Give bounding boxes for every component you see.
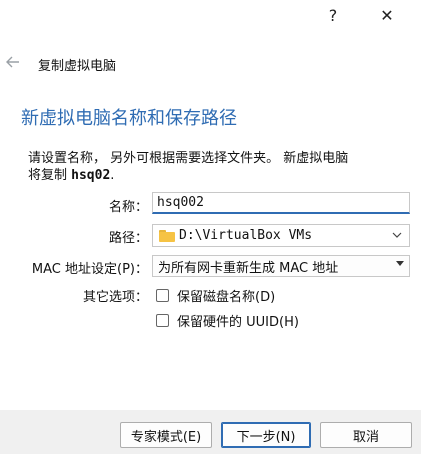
description-line-1: 请设置名称， 另外可根据需要选择文件夹。 新虚拟电脑 — [28, 151, 349, 166]
mac-policy-value: 为所有网卡重新生成 MAC 地址 — [158, 260, 339, 276]
title-bar: ? ✕ — [0, 0, 421, 34]
folder-icon — [159, 229, 175, 242]
other-options-label: 其它选项： — [82, 290, 148, 305]
description-line-2: 将复制 hsq02. — [28, 167, 418, 184]
dialog-title: 复制虚拟电脑 — [38, 59, 117, 74]
help-button[interactable]: ? — [310, 0, 356, 30]
keep-disk-names-option[interactable]: 保留磁盘名称(D) — [156, 286, 275, 305]
keep-hw-uuids-label: 保留硬件的 UUID(H) — [177, 315, 299, 330]
source-vm-name: hsq02 — [71, 168, 111, 183]
arrow-left-icon — [6, 56, 19, 68]
description-prefix: 将复制 — [28, 168, 72, 183]
name-label: 名称： — [108, 200, 148, 215]
path-label: 路径： — [108, 231, 148, 246]
name-input[interactable] — [152, 192, 410, 214]
close-button[interactable]: ✕ — [364, 0, 410, 30]
description-suffix: . — [110, 168, 115, 183]
next-button[interactable]: 下一步(N) — [221, 422, 311, 448]
keep-disk-names-label: 保留磁盘名称(D) — [177, 290, 276, 305]
keep-disk-names-checkbox[interactable] — [156, 289, 169, 302]
keep-hw-uuids-checkbox[interactable] — [156, 314, 169, 327]
dropdown-arrow-icon — [396, 261, 404, 266]
page-title: 新虚拟电脑名称和保存路径 — [21, 108, 237, 129]
mac-policy-label: MAC 地址设定(P)： — [31, 262, 148, 277]
expert-mode-button[interactable]: 专家模式(E) — [120, 422, 212, 448]
description-text: 请设置名称， 另外可根据需要选择文件夹。 新虚拟电脑 将复制 hsq02. — [28, 150, 418, 184]
chevron-down-icon[interactable] — [391, 228, 403, 242]
path-value: D:\VirtualBox VMs — [179, 228, 313, 243]
path-selector[interactable]: D:\VirtualBox VMs — [152, 224, 410, 247]
close-icon: ✕ — [380, 5, 394, 25]
cancel-button[interactable]: 取消 — [320, 422, 412, 448]
back-button[interactable] — [2, 52, 24, 72]
keep-hw-uuids-option[interactable]: 保留硬件的 UUID(H) — [156, 311, 299, 330]
mac-policy-select[interactable]: 为所有网卡重新生成 MAC 地址 — [152, 255, 410, 277]
